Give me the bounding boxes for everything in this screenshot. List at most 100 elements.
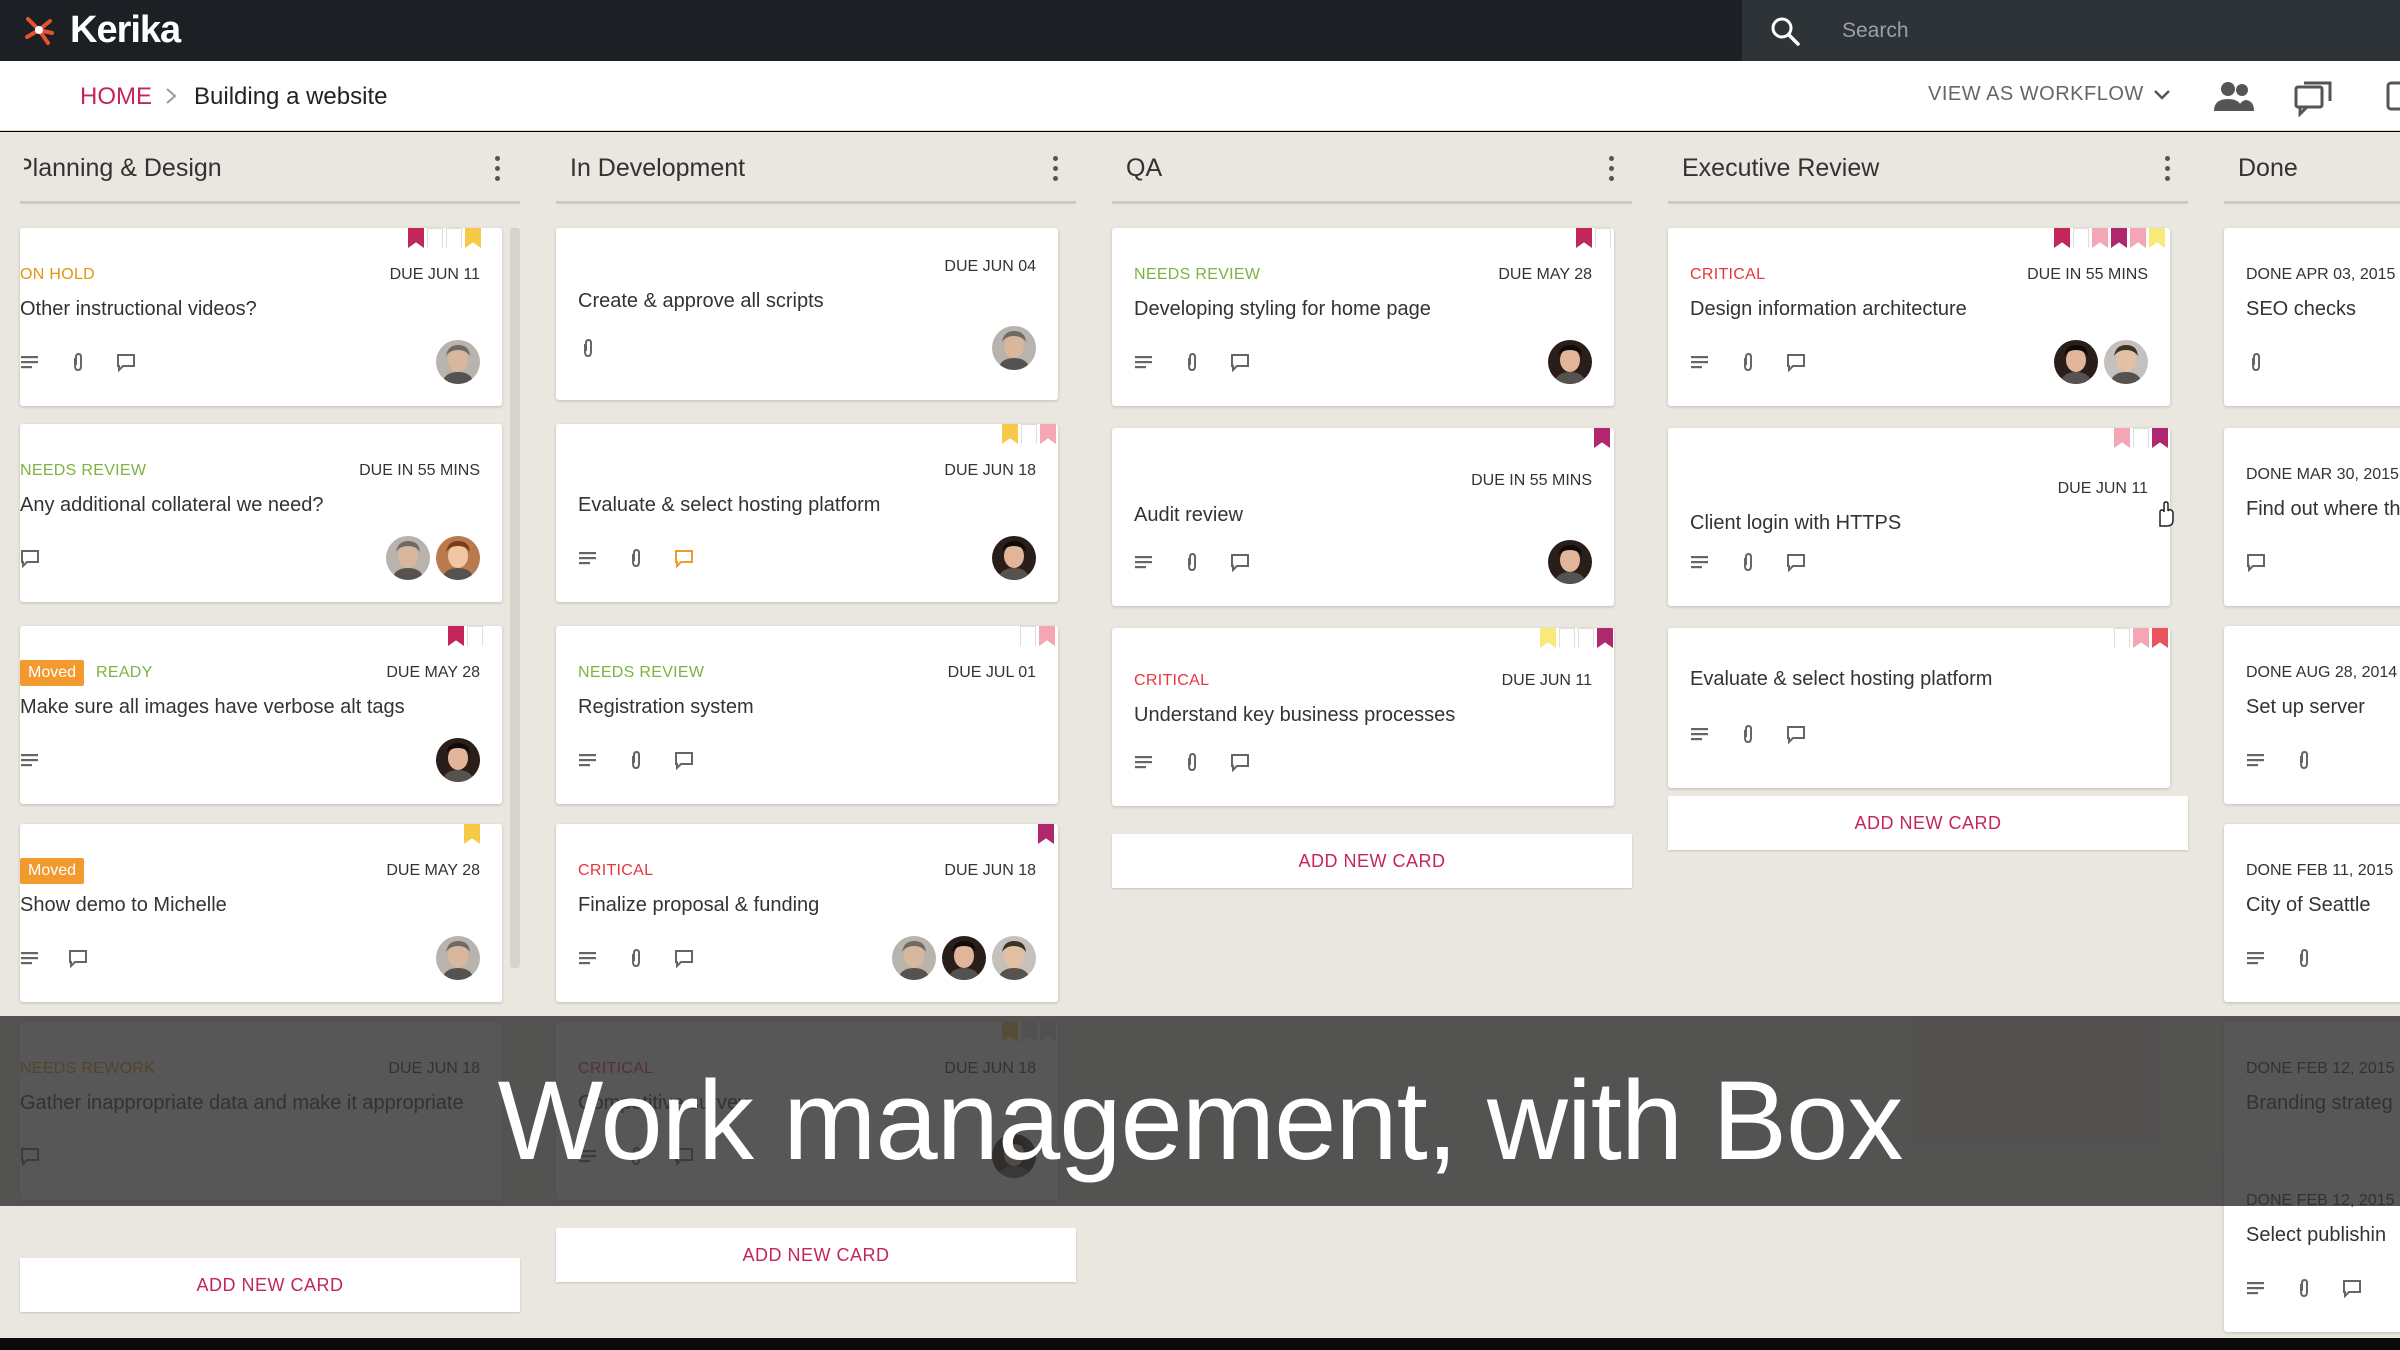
attachment-icon[interactable] <box>68 352 88 372</box>
avatar[interactable] <box>1548 540 1592 584</box>
chat-icon[interactable] <box>2246 552 2266 573</box>
task-card[interactable]: NEEDS REVIEW DUE IN 55 MINS Any additional… <box>20 424 502 602</box>
more-vertical-icon[interactable] <box>492 156 502 184</box>
more-vertical-icon[interactable] <box>2162 156 2172 184</box>
view-as-dropdown[interactable]: VIEW AS WORKFLOW <box>1928 83 2144 106</box>
search-icon[interactable] <box>1770 16 1800 46</box>
avatar[interactable] <box>436 536 480 580</box>
task-card[interactable]: DONE APR 03, 2015 SEO checks <box>2224 228 2400 406</box>
chat-icon[interactable] <box>1230 552 1250 573</box>
attachment-panel-icon[interactable] <box>2376 77 2400 117</box>
chat-icon[interactable] <box>1786 552 1806 573</box>
column-title[interactable]: Executive Review <box>1682 154 1879 183</box>
chat-icon[interactable] <box>1230 352 1250 373</box>
attachment-icon[interactable] <box>1738 552 1758 572</box>
task-card[interactable]: DUE JUN 04 Create & approve all scripts <box>556 228 1058 400</box>
chat-icon[interactable] <box>20 548 40 569</box>
attachment-icon[interactable] <box>1182 352 1202 372</box>
column-scrollbar[interactable] <box>510 228 520 968</box>
chat-icon[interactable] <box>1786 352 1806 373</box>
description-icon[interactable] <box>1690 352 1710 372</box>
description-icon[interactable] <box>1134 352 1154 372</box>
task-card[interactable]: CRITICAL DUE IN 55 MINS Design information… <box>1668 228 2170 406</box>
chat-icon[interactable] <box>1230 752 1250 773</box>
task-card[interactable]: NEEDS REVIEW DUE JUL 01 Registration syste… <box>556 626 1058 804</box>
chat-icon[interactable] <box>674 948 694 969</box>
kerika-logo[interactable]: Kerika <box>22 8 181 52</box>
description-icon[interactable] <box>578 948 598 968</box>
breadcrumb-home-link[interactable]: HOME <box>80 83 152 111</box>
attachment-icon[interactable] <box>578 338 598 358</box>
task-card[interactable]: DUE JUN 11 Client login with HTTPS <box>1668 428 2170 606</box>
description-icon[interactable] <box>20 948 40 968</box>
description-icon[interactable] <box>1134 752 1154 772</box>
avatar[interactable] <box>2054 340 2098 384</box>
task-card[interactable]: DUE JUN 18 Evaluate & select hosting plat… <box>556 424 1058 602</box>
task-card[interactable]: DONE AUG 28, 2014 Set up server <box>2224 626 2400 804</box>
description-icon[interactable] <box>1134 552 1154 572</box>
avatar[interactable] <box>992 936 1036 980</box>
description-icon[interactable] <box>20 352 40 372</box>
column-title[interactable]: In Development <box>570 154 745 183</box>
avatar[interactable] <box>892 936 936 980</box>
task-card[interactable]: CRITICAL DUE JUN 18 Finalize proposal & fu… <box>556 824 1058 1002</box>
task-card[interactable]: Moved READY DUE MAY 28 Make sure all images… <box>20 626 502 804</box>
description-icon[interactable] <box>578 750 598 770</box>
task-card[interactable]: Evaluate & select hosting platform <box>1668 628 2170 788</box>
description-icon[interactable] <box>20 750 40 770</box>
description-icon[interactable] <box>1690 724 1710 744</box>
attachment-icon[interactable] <box>1182 752 1202 772</box>
column-title[interactable]: Planning & Design <box>24 154 222 183</box>
description-icon[interactable] <box>1690 552 1710 572</box>
chevron-down-icon[interactable] <box>2152 85 2172 105</box>
column-title[interactable]: Done <box>2238 154 2298 183</box>
avatar[interactable] <box>942 936 986 980</box>
search-input[interactable] <box>1842 14 2362 48</box>
add-new-card-button[interactable]: ADD NEW CARD <box>1112 834 1632 888</box>
attachment-icon[interactable] <box>626 948 646 968</box>
avatar[interactable] <box>992 536 1036 580</box>
avatar[interactable] <box>1548 340 1592 384</box>
chat-icon[interactable] <box>2342 1278 2362 1299</box>
attachment-icon[interactable] <box>1738 352 1758 372</box>
task-card[interactable]: NEEDS REVIEW DUE MAY 28 Developing styling… <box>1112 228 1614 406</box>
chat-icon[interactable] <box>2292 77 2336 117</box>
description-icon[interactable] <box>2246 1278 2266 1298</box>
attachment-icon[interactable] <box>1738 724 1758 744</box>
avatar[interactable] <box>386 536 430 580</box>
add-new-card-button[interactable]: ADD NEW CARD <box>556 1228 1076 1282</box>
avatar[interactable] <box>436 936 480 980</box>
column-title[interactable]: QA <box>1126 154 1162 183</box>
task-card[interactable]: Moved DUE MAY 28 Show demo to Michelle <box>20 824 502 1002</box>
task-card[interactable]: ON HOLD DUE JUN 11 Other instructional vid… <box>20 228 502 406</box>
attachment-icon[interactable] <box>1182 552 1202 572</box>
avatar[interactable] <box>2104 340 2148 384</box>
chat-icon[interactable] <box>1786 724 1806 745</box>
chat-icon[interactable] <box>674 548 694 569</box>
chat-icon[interactable] <box>116 352 136 373</box>
task-card[interactable]: CRITICAL DUE JUN 11 Understand key busines… <box>1112 628 1614 806</box>
more-vertical-icon[interactable] <box>1606 156 1616 184</box>
description-icon[interactable] <box>578 548 598 568</box>
description-icon[interactable] <box>2246 750 2266 770</box>
avatar[interactable] <box>436 738 480 782</box>
task-card[interactable]: DUE IN 55 MINS Audit review <box>1112 428 1614 606</box>
more-vertical-icon[interactable] <box>1050 156 1060 184</box>
avatar[interactable] <box>436 340 480 384</box>
chat-icon[interactable] <box>68 948 88 969</box>
attachment-icon[interactable] <box>2294 1278 2314 1298</box>
add-new-card-button[interactable]: ADD NEW CARD <box>1668 796 2188 850</box>
task-card[interactable]: DONE FEB 11, 2015 City of Seattle <box>2224 824 2400 1002</box>
attachment-icon[interactable] <box>2294 948 2314 968</box>
chat-icon[interactable] <box>674 750 694 771</box>
description-icon[interactable] <box>2246 948 2266 968</box>
search-bar[interactable] <box>1742 0 2400 61</box>
avatar[interactable] <box>992 326 1036 370</box>
attachment-icon[interactable] <box>626 548 646 568</box>
team-icon[interactable] <box>2212 77 2256 117</box>
attachment-icon[interactable] <box>626 750 646 770</box>
task-card[interactable]: DONE MAR 30, 2015 Find out where th <box>2224 428 2400 606</box>
add-new-card-button[interactable]: ADD NEW CARD <box>20 1258 520 1312</box>
attachment-icon[interactable] <box>2246 352 2266 372</box>
attachment-icon[interactable] <box>2294 750 2314 770</box>
